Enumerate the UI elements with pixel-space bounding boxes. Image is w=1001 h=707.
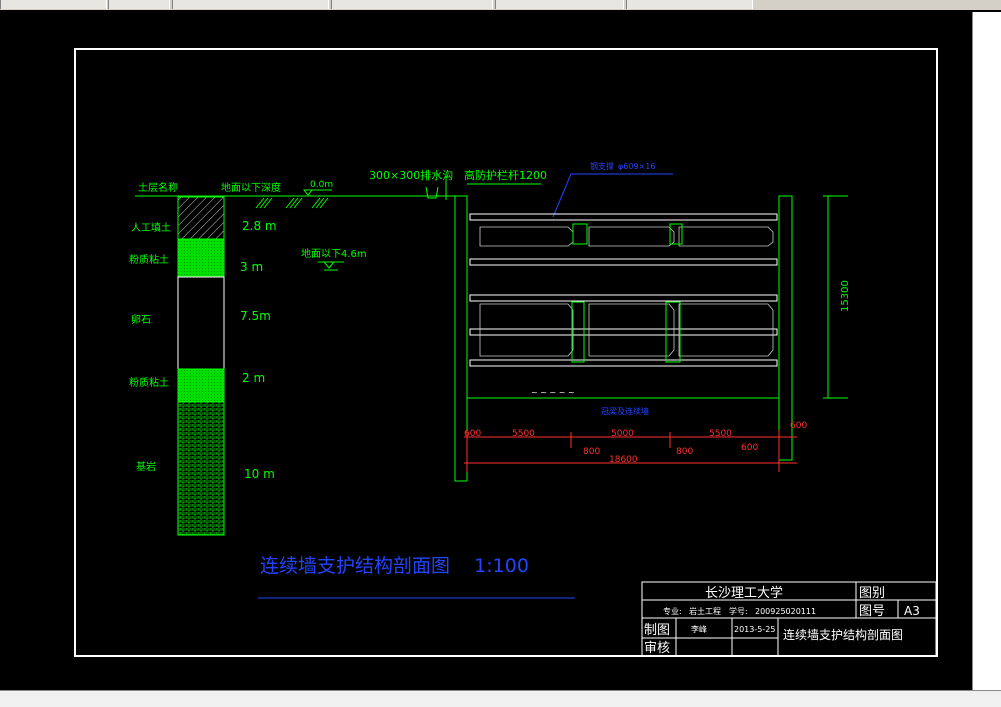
guardrail-label: 高防护栏杆1200 xyxy=(464,168,547,182)
water-level-marker xyxy=(322,261,336,269)
soil-layer-name: 基岩 xyxy=(136,460,156,473)
toolbar-tab[interactable] xyxy=(626,0,753,9)
toolbar xyxy=(0,0,1001,10)
soil-layer-name: 人工填土 xyxy=(131,221,171,234)
status-bar xyxy=(0,690,1001,707)
student-id-label: 学号: xyxy=(729,606,748,616)
cad-drawing: 土层名称 地面以下深度 0.0m 人工填土 粉质粘土 卵石 粉质粘土 基岩 2.… xyxy=(74,48,938,657)
support-bays xyxy=(479,226,774,357)
total-width: 18600 xyxy=(609,455,638,465)
support-leader xyxy=(552,173,673,218)
support-spec: φ609×16 xyxy=(618,162,655,171)
soil-layer-depth: 2.8 m xyxy=(242,219,277,233)
dimension-value: 5500 xyxy=(709,429,732,439)
soil-layer-name: 卵石 xyxy=(131,314,151,326)
crown-beam-label: 冠梁及连续墙 xyxy=(601,406,649,416)
ground-level-marker xyxy=(302,189,314,196)
soil-layer-depth: 2 m xyxy=(242,371,265,385)
toolbar-tab[interactable] xyxy=(495,0,624,9)
drawing-type-label: 图别 xyxy=(859,586,885,601)
water-level-label: 地面以下4.6m xyxy=(301,247,367,260)
dimension-value: 600 xyxy=(464,429,481,439)
drawing-no: A3 xyxy=(904,604,920,618)
toolbar-tab[interactable] xyxy=(172,0,329,9)
dimension-value: 5500 xyxy=(512,429,535,439)
dimension-value: 600 xyxy=(741,443,758,453)
drawn-name: 李峰 xyxy=(691,624,707,634)
height-dimension: 15300 xyxy=(840,280,851,312)
major: 岩土工程 xyxy=(689,606,721,616)
drawn-label: 制图 xyxy=(644,623,670,638)
drawing-canvas[interactable]: 土层名称 地面以下深度 0.0m 人工填土 粉质粘土 卵石 粉质粘土 基岩 2.… xyxy=(18,12,972,690)
toolbar-tab[interactable] xyxy=(108,0,170,9)
columns xyxy=(571,223,683,363)
drain-label: 300×300排水沟 xyxy=(369,168,453,182)
vertical-scrollbar[interactable] xyxy=(972,12,1001,692)
support-label: 钢支撑 xyxy=(590,161,614,171)
sheet-title: 连续墙支护结构剖面图 xyxy=(783,627,903,642)
soil-name-header: 土层名称 xyxy=(138,181,178,194)
soil-layer-depth: 7.5m xyxy=(240,309,271,323)
dimension-value: 800 xyxy=(583,447,600,457)
major-label: 专业: xyxy=(663,606,682,616)
steel-supports xyxy=(469,213,778,367)
svg-text:~ ~ ~ ~ ~: ~ ~ ~ ~ ~ xyxy=(531,388,575,397)
university-name: 长沙理工大学 xyxy=(705,585,783,601)
checked-label: 审核 xyxy=(644,641,670,656)
ground-hatch xyxy=(255,197,329,209)
title-block xyxy=(641,581,937,657)
date: 2013-5-25 xyxy=(734,625,775,634)
drawing-title: 连续墙支护结构剖面图 1:100 xyxy=(260,555,529,577)
drawing-no-label: 图号 xyxy=(859,604,885,619)
dimension-value: 800 xyxy=(676,447,693,457)
dimension-value: 600 xyxy=(790,421,807,431)
ground-level-label: 0.0m xyxy=(310,180,333,190)
toolbar-tab[interactable] xyxy=(0,0,107,9)
soil-layer-name: 粉质粘土 xyxy=(129,376,169,389)
dimension-value: 5000 xyxy=(611,429,634,439)
soil-layer-name: 粉质粘土 xyxy=(129,253,169,266)
soil-layer-depth: 3 m xyxy=(240,260,263,274)
student-id: 200925020111 xyxy=(755,607,816,616)
toolbar-tab[interactable] xyxy=(331,0,493,9)
soil-depth-header: 地面以下深度 xyxy=(221,181,281,194)
soil-column xyxy=(177,196,225,536)
soil-layer-depth: 10 m xyxy=(244,467,275,481)
